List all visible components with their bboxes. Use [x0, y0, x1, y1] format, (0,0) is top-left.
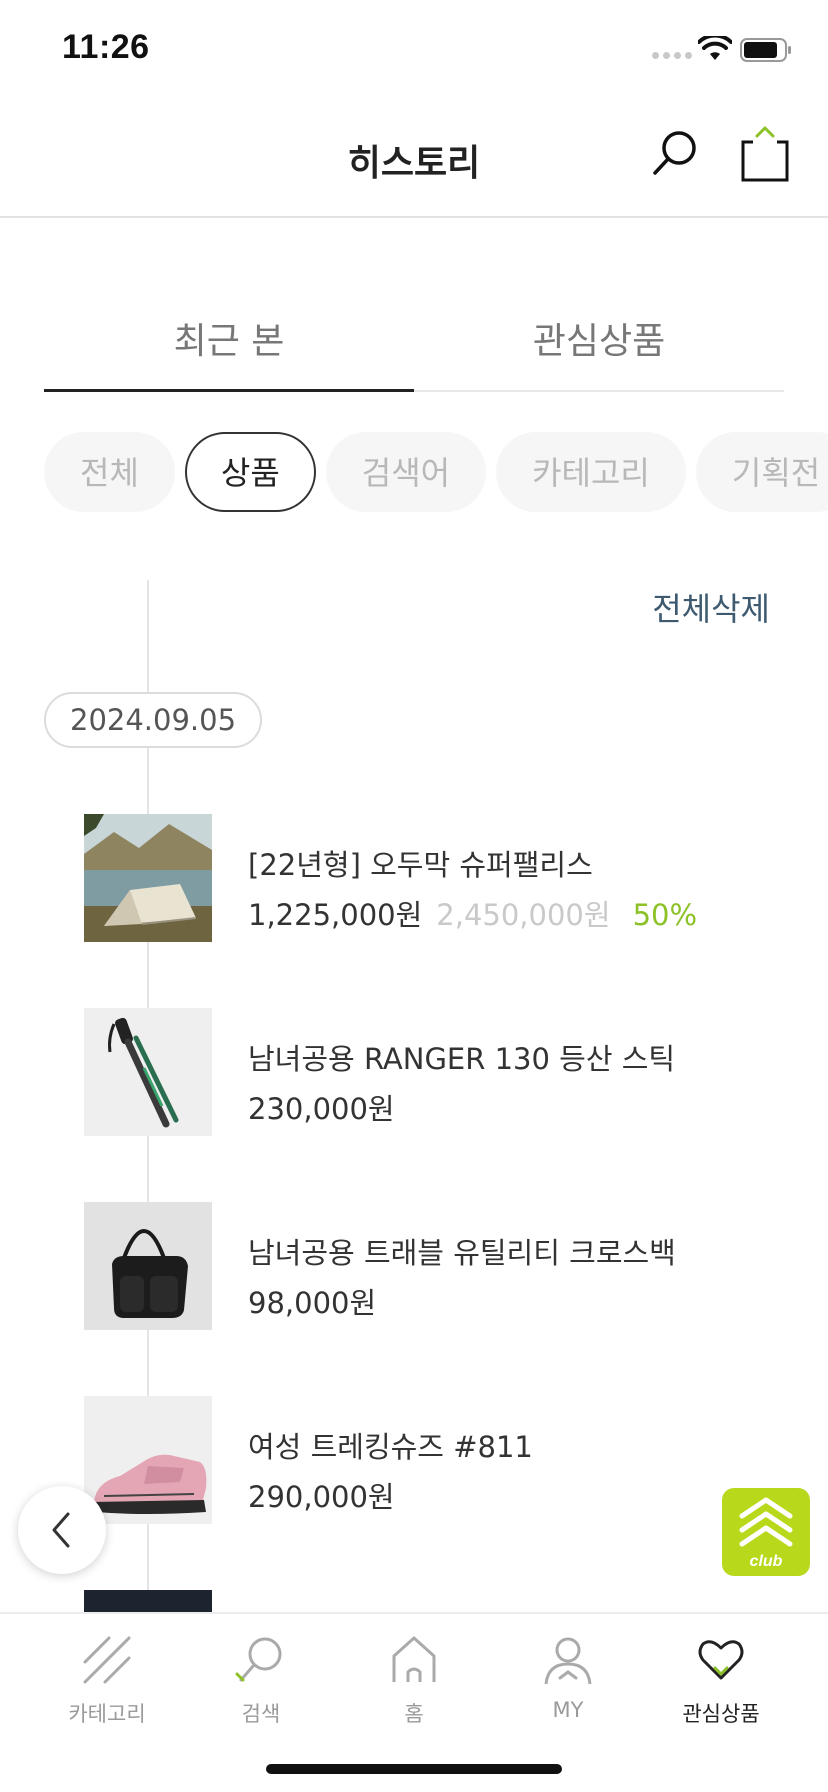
nav-label: 홈: [404, 1702, 424, 1726]
club-badge-text: club: [750, 1553, 783, 1570]
nav-my[interactable]: MY: [491, 1634, 645, 1744]
price-row: 230,000원: [248, 1086, 675, 1128]
home-indicator: [266, 1764, 562, 1774]
product-name: 남녀공용 RANGER 130 등산 스틱: [248, 1042, 676, 1076]
crossbag-photo[interactable]: [84, 1202, 212, 1330]
product-price: 230,000원: [248, 1092, 395, 1126]
category-icon: [83, 1636, 131, 1684]
price-row: 1,225,000원 2,450,000원 50%: [248, 892, 697, 934]
nav-wishlist[interactable]: 관심상품: [644, 1634, 798, 1744]
product-info: 남녀공용 트래블 유틸리티 크로스백 98,000원: [248, 1230, 676, 1322]
tab-wishlist[interactable]: 관심상품: [414, 300, 784, 392]
product-price: 290,000원: [248, 1480, 395, 1514]
nav-label: MY: [552, 1698, 584, 1722]
status-bar: 11:26: [0, 0, 828, 100]
heart-icon: [698, 1640, 744, 1680]
app-header: 히스토리: [0, 100, 828, 218]
nav-home[interactable]: 홈: [337, 1634, 491, 1744]
nav-label: 관심상품: [682, 1702, 760, 1726]
chevron-left-icon: [52, 1512, 70, 1548]
tent-photo[interactable]: [84, 814, 212, 942]
nav-label: 검색: [241, 1702, 281, 1726]
product-info: 여성 트레킹슈즈 #811 290,000원: [248, 1424, 533, 1516]
chip-all[interactable]: 전체: [44, 432, 175, 512]
battery-icon: [740, 38, 791, 62]
chip-keywords[interactable]: 검색어: [325, 432, 487, 512]
nav-label: 카테고리: [68, 1702, 146, 1726]
delete-all-button[interactable]: 전체삭제: [652, 584, 770, 630]
search-icon[interactable]: [650, 128, 700, 178]
home-icon: [392, 1636, 436, 1682]
filter-chips: 전체 상품 검색어 카테고리 기획전: [44, 432, 828, 514]
search-icon: [235, 1637, 282, 1682]
back-button[interactable]: [18, 1486, 106, 1574]
chip-exhibitions[interactable]: 기획전: [695, 432, 828, 512]
list-item[interactable]: 남녀공용 RANGER 130 등산 스틱 230,000원: [84, 1008, 804, 1136]
original-price: 2,450,000원: [436, 898, 611, 932]
tab-recently-viewed[interactable]: 최근 본: [44, 300, 414, 392]
list-item[interactable]: 여성 트레킹슈즈 #811 290,000원: [84, 1396, 804, 1524]
price-row: 98,000원: [248, 1280, 676, 1322]
list-item[interactable]: 남녀공용 트래블 유틸리티 크로스백 98,000원: [84, 1202, 804, 1330]
history-tabs: 최근 본 관심상품: [44, 300, 784, 392]
price-row: 290,000원: [248, 1474, 533, 1516]
product-price: 98,000원: [248, 1286, 377, 1320]
nav-search[interactable]: 검색: [184, 1634, 338, 1744]
share-icon[interactable]: [740, 126, 790, 182]
nav-category[interactable]: 카테고리: [30, 1634, 184, 1744]
page-title: 히스토리: [347, 143, 481, 184]
product-price: 1,225,000원: [248, 898, 423, 932]
product-info: 남녀공용 RANGER 130 등산 스틱 230,000원: [248, 1036, 675, 1128]
product-name: [22년형] 오두막 슈퍼팰리스: [248, 848, 593, 882]
list-item[interactable]: [22년형] 오두막 슈퍼팰리스 1,225,000원 2,450,000원 50%: [84, 814, 804, 942]
club-badge[interactable]: club: [722, 1488, 810, 1576]
product-name: 여성 트레킹슈즈 #811: [248, 1430, 533, 1464]
wifi-icon: [698, 36, 732, 60]
screen: 11:26 히스토리 최근 본 관심상품 전체상품검색어카테고리기획전: [0, 0, 828, 1792]
list-item[interactable]: [84, 1590, 804, 1612]
chip-categories[interactable]: 카테고리: [496, 432, 686, 512]
discount-rate: 50%: [632, 898, 698, 932]
product-name: 남녀공용 트래블 유틸리티 크로스백: [248, 1236, 676, 1270]
cellular-signal-icon: [652, 52, 692, 59]
status-time: 11:26: [62, 28, 150, 66]
date-badge: 2024.09.05: [44, 692, 263, 748]
chip-products[interactable]: 상품: [184, 432, 316, 512]
product-info: [22년형] 오두막 슈퍼팰리스 1,225,000원 2,450,000원 50%: [248, 842, 697, 934]
person-icon: [544, 1637, 592, 1685]
club-logo-icon: club: [739, 1497, 793, 1570]
trekking-pole-photo[interactable]: [84, 1008, 212, 1136]
product-photo[interactable]: [84, 1590, 212, 1612]
